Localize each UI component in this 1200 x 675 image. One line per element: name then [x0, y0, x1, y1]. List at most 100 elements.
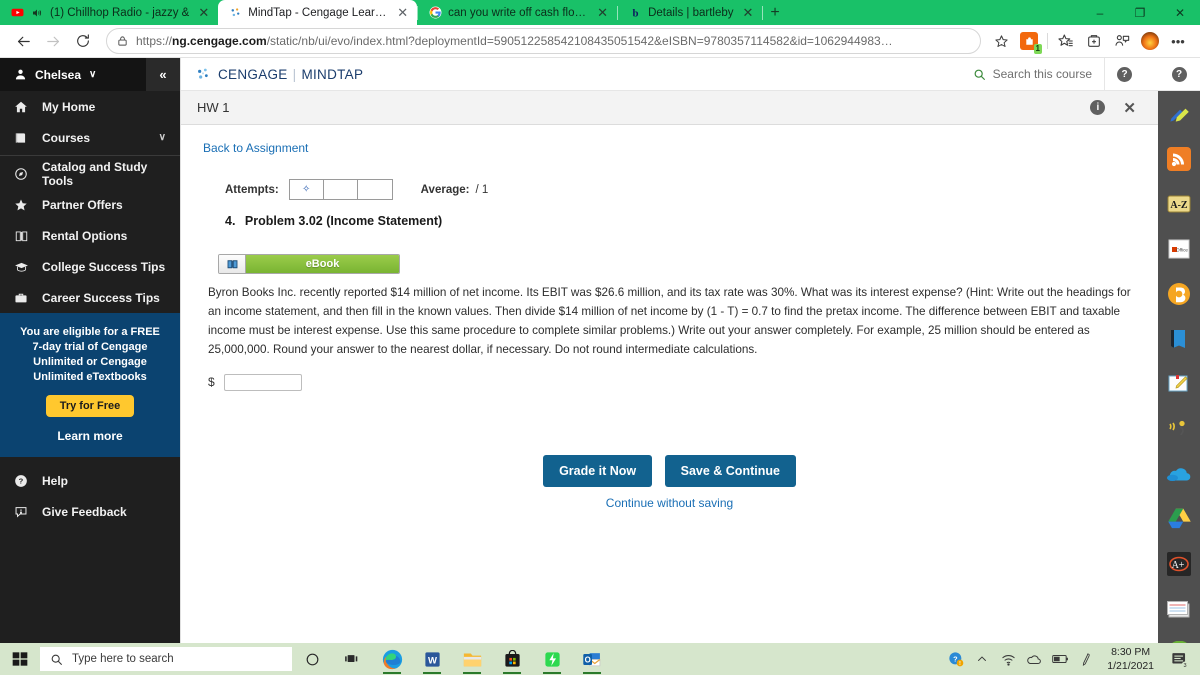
- favorites-star-icon[interactable]: [987, 28, 1015, 54]
- taskbar-task-view-icon[interactable]: [332, 643, 372, 675]
- sidebar-item-rental-options[interactable]: Rental Options: [0, 220, 180, 251]
- sidebar-item-my-home[interactable]: My Home: [0, 91, 180, 122]
- answer-input[interactable]: [223, 373, 302, 391]
- dock-item-flashcards-icon[interactable]: [1158, 586, 1200, 631]
- dock-item-read-aloud-icon[interactable]: [1158, 406, 1200, 451]
- taskbar-clock[interactable]: 8:30 PM 1/21/2021: [1099, 645, 1162, 673]
- dock-item-a-plus-grade-icon[interactable]: A+: [1158, 541, 1200, 586]
- search-icon: [50, 653, 63, 666]
- browser-tab-1-close-icon[interactable]: ✕: [394, 6, 411, 19]
- dock-item-google-drive-icon[interactable]: [1158, 496, 1200, 541]
- problem-number: 4.: [225, 214, 236, 228]
- dock-help-button[interactable]: ?: [1158, 58, 1200, 91]
- profile-avatar[interactable]: [1136, 28, 1164, 54]
- taskbar-shazam-icon[interactable]: [532, 643, 572, 675]
- dock-item-a-z-dictionary-icon[interactable]: A-Z: [1158, 181, 1200, 226]
- chevron-down-icon[interactable]: ∨: [159, 132, 166, 143]
- sidebar-item-catalog-and-study-tools[interactable]: Catalog and Study Tools: [0, 158, 180, 189]
- system-tray: ?! 8:30 PM 1/21/2021 3: [943, 643, 1200, 675]
- speaker-icon[interactable]: [30, 6, 44, 20]
- extension-badge-count: 1: [1033, 44, 1042, 54]
- browser-tab-3[interactable]: b Details | bartleby ✕: [618, 0, 762, 25]
- security-alert-icon[interactable]: ?!: [943, 643, 969, 675]
- svg-text:A+: A+: [1172, 560, 1185, 571]
- sidebar-item-college-success-tips[interactable]: College Success Tips: [0, 251, 180, 282]
- sidebar-collapse-button[interactable]: «: [146, 58, 180, 91]
- window-minimize-button[interactable]: –: [1080, 6, 1120, 20]
- taskbar-cortana-icon[interactable]: [292, 643, 332, 675]
- brand-cengage: CENGAGE: [218, 66, 288, 82]
- browser-settings-more-button[interactable]: •••: [1164, 28, 1192, 54]
- dock-item-bitdefender-icon[interactable]: [1158, 271, 1200, 316]
- brand-mindtap: MINDTAP: [301, 66, 364, 82]
- sidebar-item-partner-offers-label: Partner Offers: [42, 197, 123, 212]
- header-help-button[interactable]: ?: [1104, 57, 1144, 91]
- sidebar-item-help[interactable]: ? Help: [0, 465, 180, 496]
- dock-item-notepad-pencil-icon[interactable]: [1158, 361, 1200, 406]
- feedback-icon: [14, 505, 31, 519]
- browser-tab-3-close-icon[interactable]: ✕: [740, 6, 757, 19]
- learn-more-link[interactable]: Learn more: [14, 429, 166, 443]
- windows-start-icon[interactable]: [0, 643, 40, 675]
- taskbar-search-placeholder: Type here to search: [72, 653, 174, 665]
- sidebar-item-partner-offers[interactable]: Partner Offers: [0, 189, 180, 220]
- extension-badge[interactable]: 1: [1015, 28, 1043, 54]
- book-icon: [14, 131, 31, 145]
- forward-button[interactable]: [38, 28, 68, 54]
- window-maximize-button[interactable]: ❐: [1120, 6, 1160, 20]
- sidebar-item-career-success-tips[interactable]: Career Success Tips: [0, 282, 180, 313]
- collections-icon[interactable]: [1080, 28, 1108, 54]
- dock-item-ms-office-icon[interactable]: Office: [1158, 226, 1200, 271]
- info-icon[interactable]: i: [1090, 100, 1106, 115]
- pen-icon[interactable]: [1073, 643, 1099, 675]
- try-for-free-button[interactable]: Try for Free: [45, 395, 135, 418]
- attempt-box-1: ✧: [290, 180, 324, 199]
- favorites-add-icon[interactable]: [1052, 28, 1080, 54]
- save-and-continue-button[interactable]: Save & Continue: [664, 455, 796, 487]
- sidebar-user[interactable]: Chelsea ∨ «: [0, 58, 180, 91]
- search-course-input[interactable]: Search this course: [973, 67, 1104, 81]
- wifi-icon[interactable]: [995, 643, 1021, 675]
- extension-icon[interactable]: 1: [1020, 32, 1042, 54]
- share-icon[interactable]: [1108, 28, 1136, 54]
- dock-item-onedrive-cloud-icon[interactable]: [1158, 451, 1200, 496]
- taskbar-microsoft-edge-icon[interactable]: [372, 643, 412, 675]
- taskbar-microsoft-store-icon[interactable]: [492, 643, 532, 675]
- close-icon[interactable]: ✕: [1123, 99, 1136, 117]
- new-tab-button[interactable]: +: [763, 4, 786, 21]
- briefcase-icon: [14, 291, 31, 305]
- browser-tab-2[interactable]: can you write off cash flows - Go ✕: [418, 0, 617, 25]
- taskbar-microsoft-word-icon[interactable]: W: [412, 643, 452, 675]
- grade-it-now-button[interactable]: Grade it Now: [543, 455, 653, 487]
- dock-item-rss-feed-icon[interactable]: [1158, 136, 1200, 181]
- lock-icon: [117, 35, 128, 47]
- browser-tab-0-close-icon[interactable]: ✕: [195, 6, 212, 19]
- address-bar[interactable]: https://ng.cengage.com/static/nb/ui/evo/…: [106, 28, 981, 54]
- continue-without-saving-link[interactable]: Continue without saving: [181, 496, 1158, 510]
- svg-text:3: 3: [1183, 663, 1186, 669]
- taskbar-search-input[interactable]: Type here to search: [40, 647, 292, 671]
- svg-text:?: ?: [19, 477, 24, 486]
- dock-item-blue-book-icon[interactable]: [1158, 316, 1200, 361]
- browser-tab-1[interactable]: MindTap - Cengage Learning ✕: [218, 0, 418, 25]
- svg-text:Office: Office: [1176, 247, 1188, 252]
- taskbar-file-explorer-icon[interactable]: [452, 643, 492, 675]
- sidebar-item-give-feedback[interactable]: Give Feedback: [0, 496, 180, 527]
- browser-tab-2-close-icon[interactable]: ✕: [594, 6, 611, 19]
- dock-item-highlighter-pen-icon[interactable]: [1158, 91, 1200, 136]
- reload-button[interactable]: [68, 28, 98, 54]
- attempt-box-3: [358, 180, 392, 199]
- sidebar-item-courses[interactable]: Courses ∨: [0, 122, 180, 153]
- back-button[interactable]: [8, 28, 38, 54]
- taskbar-microsoft-outlook-icon[interactable]: O: [572, 643, 612, 675]
- back-to-assignment-link[interactable]: Back to Assignment: [203, 141, 308, 155]
- ebook-button[interactable]: eBook: [218, 254, 400, 274]
- chevron-down-icon[interactable]: ∨: [89, 69, 96, 80]
- sidebar-item-give-feedback-label: Give Feedback: [42, 504, 127, 519]
- window-close-button[interactable]: ✕: [1160, 6, 1200, 20]
- action-center-icon[interactable]: 3: [1162, 643, 1196, 675]
- onedrive-icon[interactable]: [1021, 643, 1047, 675]
- battery-icon[interactable]: [1047, 643, 1073, 675]
- browser-tab-0[interactable]: (1) Chillhop Radio - jazzy & ✕: [0, 0, 218, 25]
- show-hidden-icons-chevron[interactable]: [969, 643, 995, 675]
